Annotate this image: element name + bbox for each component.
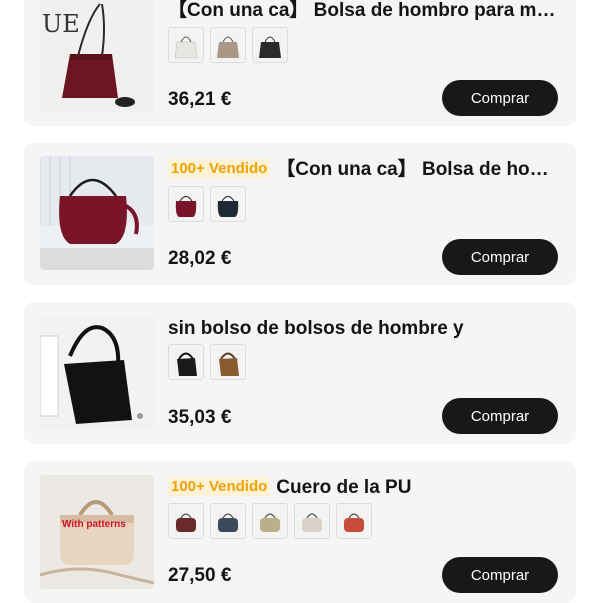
color-swatch[interactable] (168, 344, 204, 380)
product-title[interactable]: 【Con una ca】 Bolsa de hombro para mujer (168, 0, 558, 24)
color-swatch[interactable] (336, 503, 372, 539)
color-swatch[interactable] (252, 503, 288, 539)
product-image[interactable]: With patterns (40, 475, 154, 589)
color-swatch[interactable] (210, 186, 246, 222)
color-swatch[interactable] (294, 503, 330, 539)
color-swatch[interactable] (168, 27, 204, 63)
product-price: 36,21 € (168, 89, 232, 110)
product-price: 35,03 € (168, 407, 232, 428)
sold-badge: 100+ Vendido (168, 159, 271, 178)
product-card[interactable]: sin bolso de bolsos de hombre y 35,03 € … (24, 302, 576, 444)
buy-button[interactable]: Comprar (442, 239, 558, 275)
color-swatch[interactable] (210, 344, 246, 380)
product-price: 28,02 € (168, 248, 232, 269)
product-card[interactable]: With patterns 100+ Vendido Cuero de la PU… (24, 461, 576, 603)
product-list: UE 【Con una ca】 Bolsa de hombro para muj… (0, 0, 600, 603)
product-title[interactable]: 100+ Vendido Cuero de la PU (168, 475, 558, 501)
product-price: 27,50 € (168, 565, 232, 586)
product-image[interactable] (40, 156, 154, 270)
color-swatch[interactable] (168, 186, 204, 222)
thumb-lettering: With patterns (62, 519, 126, 530)
product-title-text: Cuero de la PU (276, 477, 412, 498)
product-card[interactable]: 100+ Vendido 【Con una ca】 Bolsa de hombro… (24, 143, 576, 285)
color-swatch[interactable] (210, 27, 246, 63)
product-title[interactable]: 100+ Vendido 【Con una ca】 Bolsa de hombro (168, 157, 558, 183)
color-swatches (168, 186, 246, 222)
buy-button[interactable]: Comprar (442, 398, 558, 434)
color-swatches (168, 27, 288, 63)
color-swatch[interactable] (252, 27, 288, 63)
color-swatches (168, 503, 372, 539)
color-swatches (168, 344, 246, 380)
buy-button[interactable]: Comprar (442, 557, 558, 593)
product-image[interactable] (40, 316, 154, 430)
product-title-text: 【Con una ca】 Bolsa de hombro (276, 159, 558, 180)
color-swatch[interactable] (168, 503, 204, 539)
product-title[interactable]: sin bolso de bolsos de hombre y (168, 316, 558, 342)
sold-badge: 100+ Vendido (168, 477, 271, 496)
thumb-lettering: UE (42, 10, 80, 38)
product-image[interactable]: UE (40, 0, 154, 112)
buy-button[interactable]: Comprar (442, 80, 558, 116)
color-swatch[interactable] (210, 503, 246, 539)
product-card[interactable]: UE 【Con una ca】 Bolsa de hombro para muj… (24, 0, 576, 126)
